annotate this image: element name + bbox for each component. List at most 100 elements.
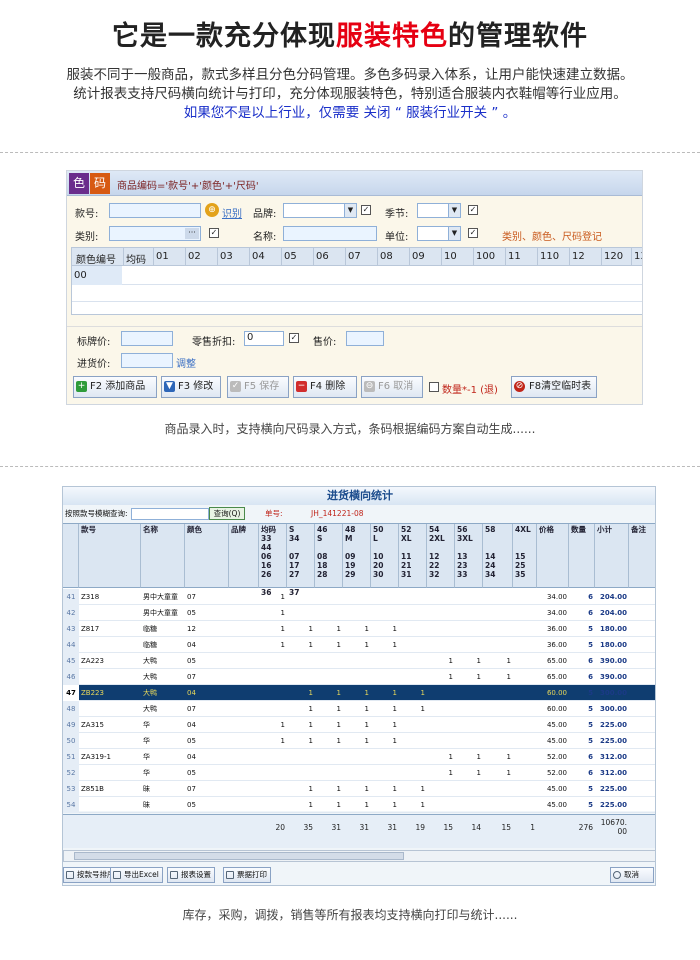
- cell-s8: 1: [506, 673, 511, 681]
- cell-s8: [485, 701, 511, 717]
- edit-icon: ▼: [164, 381, 175, 392]
- table-row[interactable]: 45 ZA223 大鸭 05 1 1 1 65.00 6 390.00: [63, 653, 655, 669]
- column-header-xj[interactable]: 小计: [595, 524, 629, 588]
- column-divider: [345, 248, 346, 266]
- cell-s0: [261, 701, 285, 717]
- category-checkbox[interactable]: ✓: [209, 228, 219, 238]
- cell-s4: [373, 669, 397, 685]
- column-header-sl[interactable]: 数量: [569, 524, 595, 588]
- cell-jg: 36.00: [546, 625, 567, 633]
- column-header-bz[interactable]: 备注: [629, 524, 655, 588]
- more-icon[interactable]: ···: [185, 228, 199, 239]
- cell-s7: 1: [476, 753, 481, 761]
- purchase-price-input[interactable]: [121, 353, 173, 368]
- column-header-s9[interactable]: 4XL 15 25 35: [513, 524, 537, 588]
- table-row[interactable]: 43 Z817 临糖 12 1 1 1 1 1 36.00 5 180.00: [63, 621, 655, 637]
- cancel-button[interactable]: ⊖ F6 取消: [361, 376, 423, 398]
- column-header-s6[interactable]: 54 2XL 12 22 32: [427, 524, 455, 588]
- size-grid-row[interactable]: 00: [72, 266, 642, 285]
- search-input[interactable]: [131, 508, 209, 520]
- column-header-pp[interactable]: 品牌: [229, 524, 259, 588]
- brand-select[interactable]: ▼: [283, 203, 357, 218]
- cell-s0: 1: [280, 625, 285, 633]
- horizontal-scrollbar[interactable]: [63, 850, 655, 862]
- discount-checkbox[interactable]: ✓: [289, 333, 299, 343]
- save-button[interactable]: ✓ F5 保存: [227, 376, 289, 398]
- column-header-ys[interactable]: 颜色: [185, 524, 229, 588]
- column-header-s4[interactable]: 50 L 10 20 30: [371, 524, 399, 588]
- receipt-print-button[interactable]: 票据打印: [223, 867, 271, 883]
- table-row[interactable]: 53 Z851B 昧 07 1 1 1 1 1 45.00 5 225.00: [63, 781, 655, 797]
- column-header-jg[interactable]: 价格: [537, 524, 569, 588]
- column-header-s1[interactable]: S 34 07 17 27 37: [287, 524, 315, 597]
- column-header-kh[interactable]: 款号: [79, 524, 141, 588]
- table-row[interactable]: 49 ZA315 华 04 1 1 1 1 1 45.00 5 225.00: [63, 717, 655, 733]
- identify-link[interactable]: 识别: [222, 205, 242, 220]
- discount-input[interactable]: 0: [244, 331, 284, 346]
- search-button[interactable]: 查询(Q): [209, 507, 245, 520]
- unit-checkbox[interactable]: ✓: [468, 228, 478, 238]
- cell-kh: [81, 669, 139, 685]
- cell-kh: Z851B: [81, 785, 104, 793]
- column-header-s7[interactable]: 56 3XL 13 23 33: [455, 524, 483, 588]
- cell-s0: 1: [280, 609, 285, 617]
- report-setup-button[interactable]: 报表设置: [167, 867, 215, 883]
- clear-temp-button[interactable]: ⊘ F8清空临时表: [511, 376, 597, 398]
- close-button[interactable]: 取消: [610, 867, 654, 883]
- table-row[interactable]: 46 大鸭 07 1 1 1 65.00 6 390.00: [63, 669, 655, 685]
- edit-button[interactable]: ▼ F3 修改: [161, 376, 221, 398]
- season-checkbox[interactable]: ✓: [468, 205, 478, 215]
- cell-s0: [261, 749, 285, 765]
- table-row[interactable]: 47 ZB223 大鸭 04 1 1 1 1 1 60.00 5 300.00: [63, 685, 655, 701]
- name-input[interactable]: [283, 226, 377, 241]
- column-divider: [281, 248, 282, 266]
- cell-xj: 225.00: [599, 785, 627, 793]
- cell-s8: [485, 781, 511, 797]
- column-header-mc[interactable]: 名称: [141, 524, 185, 588]
- column-header-s3[interactable]: 48 M 09 19 29: [343, 524, 371, 588]
- table-row[interactable]: 54 昧 05 1 1 1 1 1 45.00 5 225.00: [63, 797, 655, 813]
- edit-label: F3 修改: [178, 381, 214, 392]
- column-header-s0[interactable]: 均码 33 44 06 16 26 36: [259, 524, 287, 597]
- color-code-cell[interactable]: 00: [72, 266, 122, 285]
- unit-select[interactable]: ▼: [417, 226, 461, 241]
- add-product-button[interactable]: + F2 添加商品: [73, 376, 157, 398]
- table-row[interactable]: 44 临糖 04 1 1 1 1 1 36.00 5 180.00: [63, 637, 655, 653]
- cell-s8: [485, 685, 511, 701]
- table-row[interactable]: 42 男中大童童 05 1 34.00 6 204.00: [63, 605, 655, 621]
- season-select[interactable]: ▼: [417, 203, 461, 218]
- register-link[interactable]: 类别、颜色、尺码登记: [502, 228, 602, 243]
- cell-s6: [429, 589, 453, 605]
- tag-price-input[interactable]: [121, 331, 173, 346]
- export-excel-button[interactable]: 导出Excel: [110, 867, 163, 883]
- category-input[interactable]: ···: [109, 226, 201, 241]
- size-column-header: 颜色编号: [76, 255, 116, 266]
- scroll-thumb[interactable]: [74, 852, 404, 860]
- table-row[interactable]: 52 华 05 1 1 1 52.00 6 312.00: [63, 765, 655, 781]
- close-label: 取消: [624, 870, 639, 879]
- table-row[interactable]: 50 华 05 1 1 1 1 1 45.00 5 225.00: [63, 733, 655, 749]
- size-grid-row[interactable]: [72, 286, 642, 302]
- cell-s2: 1: [336, 705, 341, 713]
- style-no-input[interactable]: [109, 203, 201, 218]
- divider: [67, 326, 642, 327]
- cell-s9: [515, 781, 535, 797]
- return-qty-checkbox[interactable]: [429, 382, 439, 392]
- delete-button[interactable]: − F4 删除: [293, 376, 357, 398]
- adjust-link[interactable]: 调整: [176, 355, 196, 370]
- size-column-header: 均码: [126, 255, 146, 266]
- brand-checkbox[interactable]: ✓: [361, 205, 371, 215]
- cell-s1: 1: [308, 705, 313, 713]
- row-number: 52: [63, 765, 79, 781]
- price-input[interactable]: [346, 331, 384, 346]
- row-number: 44: [63, 637, 79, 653]
- identify-icon[interactable]: ⊕: [205, 203, 219, 217]
- column-header-s8[interactable]: 58 14 24 34: [483, 524, 513, 588]
- table-row[interactable]: 48 大鸭 07 1 1 1 1 1 60.00 5 300.00: [63, 701, 655, 717]
- intro-line-2: 统计报表支持尺码横向统计与打印，充分体现服装特色，特别适合服装内衣鞋帽等行业应用…: [73, 86, 627, 102]
- table-row[interactable]: 51 ZA319-1 华 04 1 1 1 52.00 6 312.00: [63, 749, 655, 765]
- table-row[interactable]: 41 Z318 男中大童童 07 1 34.00 6 204.00: [63, 589, 655, 605]
- column-header-s5[interactable]: 52 XL 11 21 31: [399, 524, 427, 588]
- printer-icon: [170, 871, 178, 879]
- column-header-s2[interactable]: 46 S 08 18 28: [315, 524, 343, 588]
